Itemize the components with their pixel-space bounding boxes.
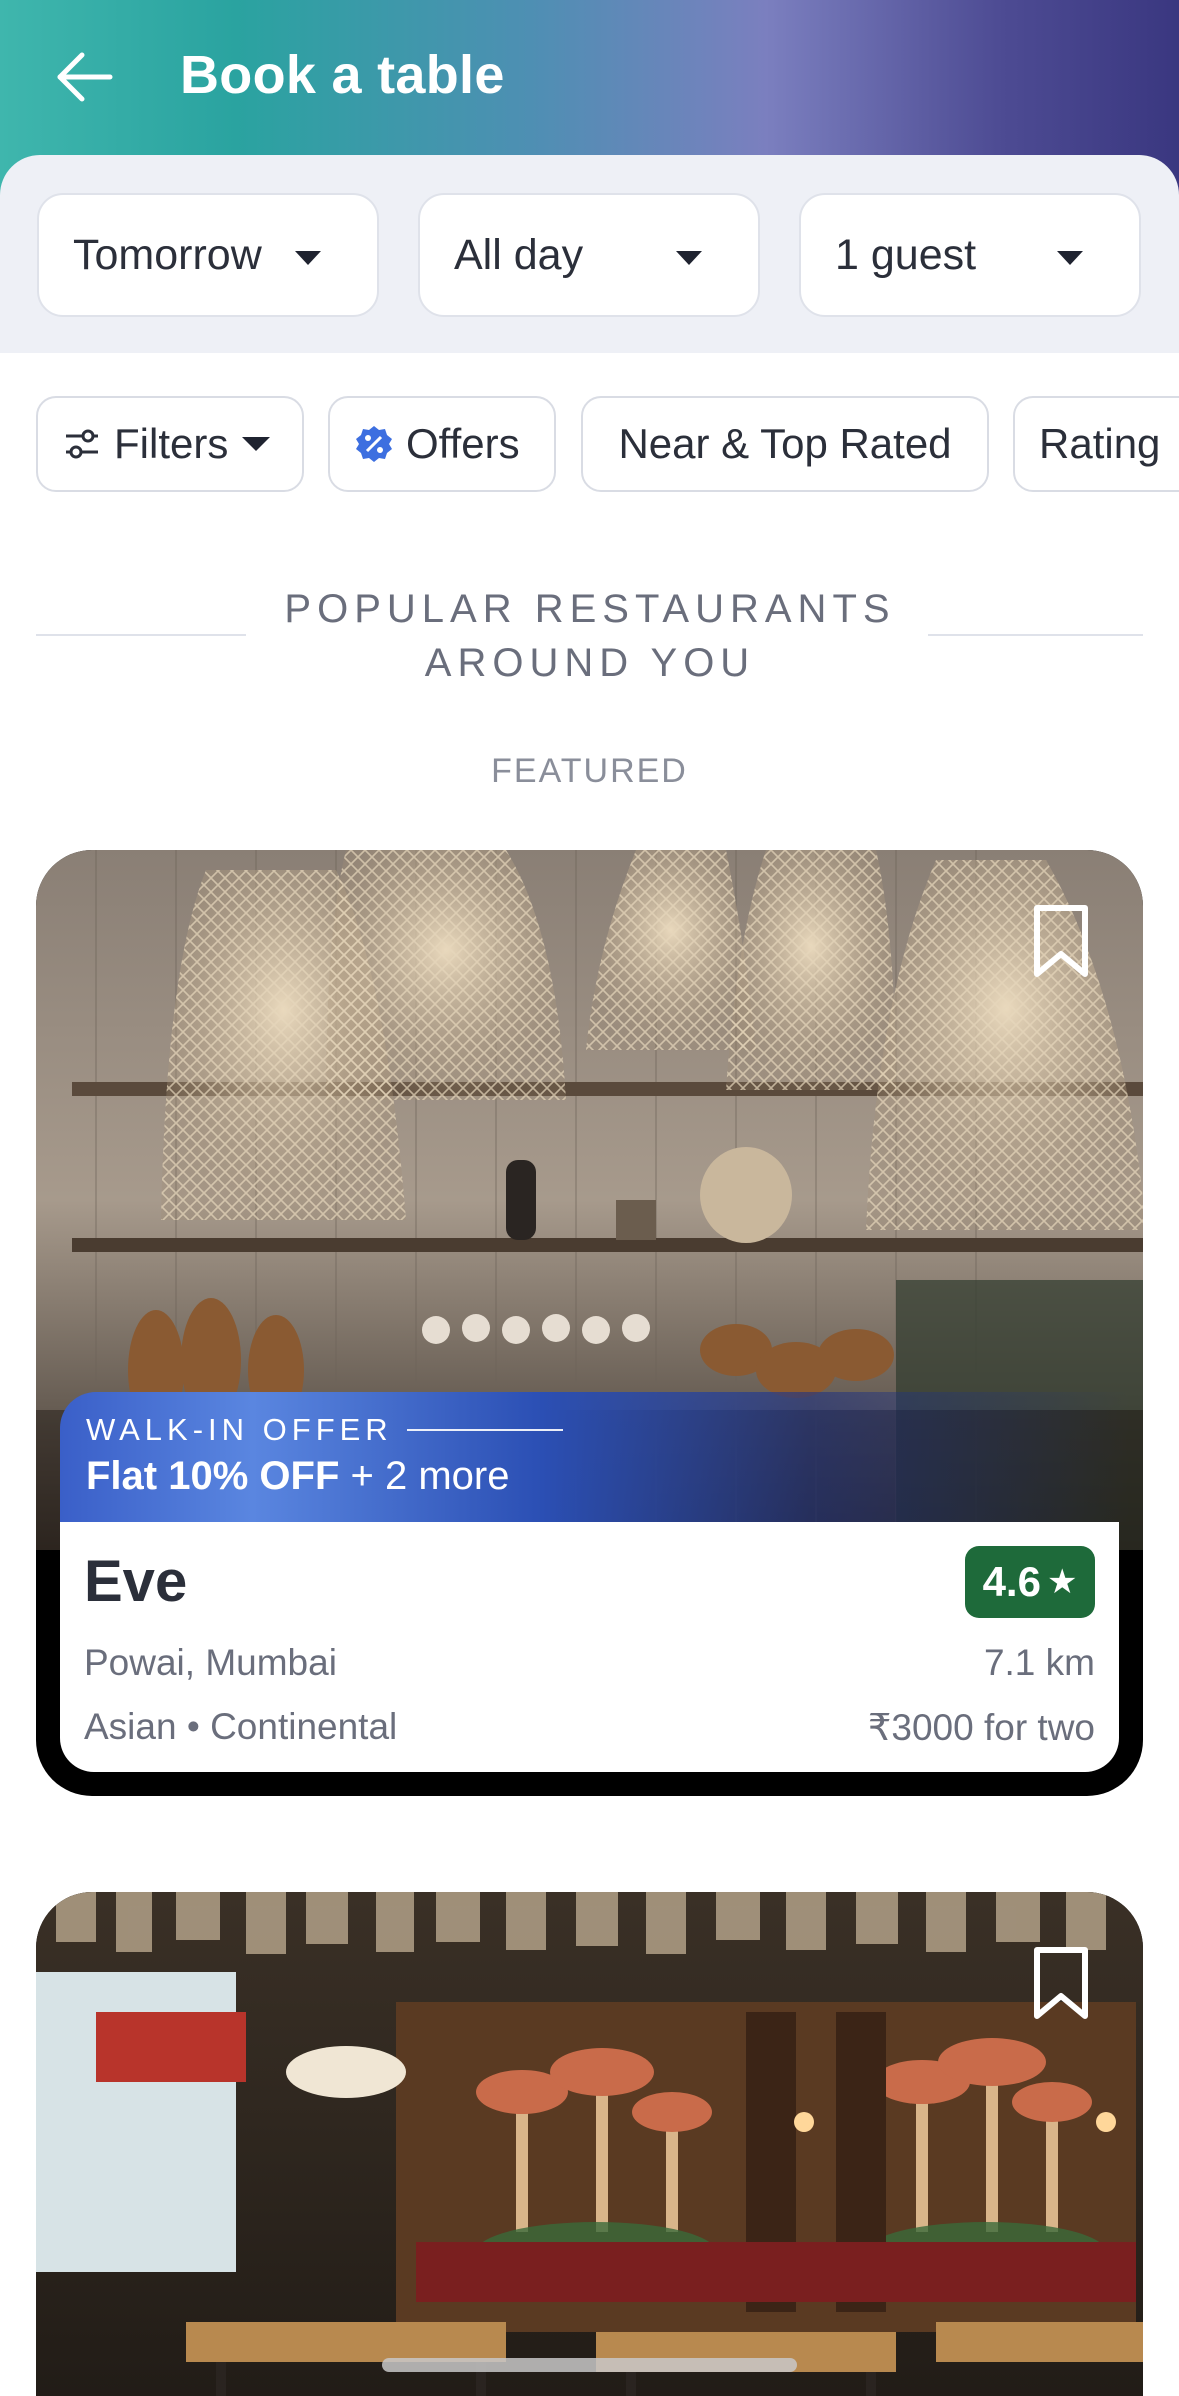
offers-chip[interactable]: Offers (328, 396, 556, 492)
section-heading-line2: AROUND YOU (424, 641, 756, 685)
near-top-rated-chip[interactable]: Near & Top Rated (581, 396, 989, 492)
time-dropdown[interactable]: All day (418, 193, 760, 317)
restaurant-card[interactable]: WALK-IN OFFER Flat 10% OFF + 2 more Eve … (36, 850, 1143, 1796)
featured-label: FEATURED (491, 752, 688, 790)
offer-text: Flat 10% OFF + 2 more (86, 1454, 509, 1499)
chevron-down-icon (242, 437, 271, 451)
offer-kicker-text: WALK-IN OFFER (86, 1412, 393, 1447)
restaurant-photo (36, 1892, 1143, 2396)
filters-chip[interactable]: Filters (36, 396, 304, 492)
chevron-down-icon (295, 251, 321, 265)
near-top-rated-label: Near & Top Rated (618, 420, 952, 467)
discount-badge-icon (354, 424, 394, 464)
offer-headline: Flat 10% OFF (86, 1454, 340, 1498)
walk-in-offer-banner: WALK-IN OFFER Flat 10% OFF + 2 more (60, 1392, 1130, 1522)
guests-dropdown[interactable]: 1 guest (799, 193, 1141, 317)
sliders-icon (62, 426, 102, 462)
bookmark-icon[interactable] (1031, 1946, 1091, 2022)
restaurant-cuisine: Asian • Continental (84, 1706, 398, 1747)
offer-kicker: WALK-IN OFFER (86, 1412, 563, 1448)
offers-label: Offers (406, 420, 520, 467)
rating-chip[interactable]: Rating (1013, 396, 1179, 492)
bookmark-icon[interactable] (1031, 904, 1091, 980)
chevron-down-icon (676, 251, 702, 265)
home-indicator[interactable] (382, 2358, 797, 2372)
rating-value: 4.6 (982, 1558, 1041, 1605)
divider (928, 634, 1143, 636)
section-heading: POPULAR RESTAURANTS AROUND YOU (260, 582, 920, 690)
restaurant-info: Eve 4.6 ★ Powai, Mumbai 7.1 km Asian • C… (60, 1522, 1119, 1772)
time-value: All day (454, 230, 584, 279)
restaurant-distance: 7.1 km (983, 1642, 1095, 1683)
chevron-down-icon (1057, 251, 1083, 265)
filters-label: Filters (114, 420, 229, 467)
guests-value: 1 guest (835, 230, 977, 279)
divider (36, 634, 246, 636)
restaurant-name: Eve (84, 1549, 188, 1614)
page-title: Book a table (180, 45, 505, 105)
restaurant-location: Powai, Mumbai (84, 1642, 337, 1683)
rating-label: Rating (1039, 420, 1161, 467)
restaurant-price: ₹3000 for two (867, 1707, 1095, 1748)
section-heading-line1: POPULAR RESTAURANTS (284, 587, 896, 631)
filter-chip-row: Filters Offers Near & Top Rated Rating (0, 396, 1179, 492)
arrow-left-icon (57, 52, 113, 102)
rating-badge: 4.6 ★ (965, 1546, 1095, 1618)
date-dropdown[interactable]: Tomorrow (37, 193, 379, 317)
date-value: Tomorrow (73, 230, 262, 279)
divider (406, 1429, 563, 1431)
star-icon: ★ (1046, 1563, 1078, 1601)
booking-selector-panel: Tomorrow All day 1 guest (0, 155, 1179, 353)
offer-more: + 2 more (339, 1454, 510, 1498)
restaurant-card[interactable] (36, 1892, 1143, 2396)
back-button[interactable] (44, 42, 124, 112)
